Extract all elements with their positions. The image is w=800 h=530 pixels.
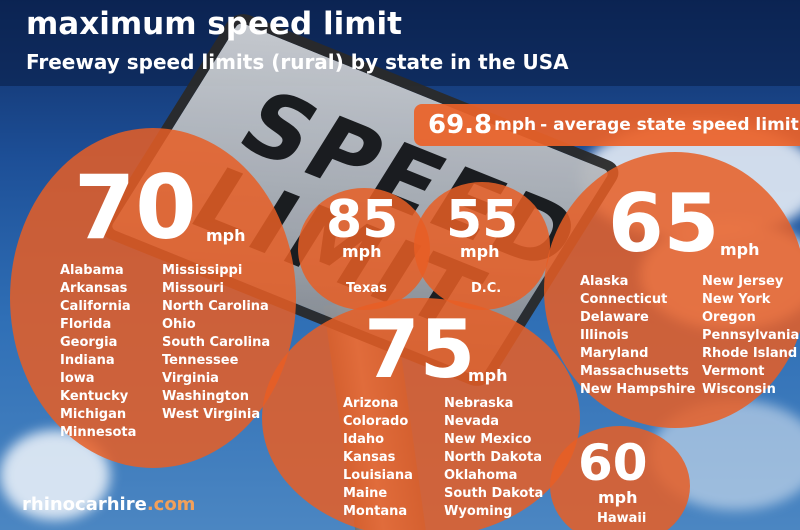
speed-75-unit: mph xyxy=(468,366,508,385)
state-name: Colorado xyxy=(343,414,409,429)
state-name: Arizona xyxy=(343,396,399,411)
state-name: New Jersey xyxy=(702,274,784,289)
state-name: Arkansas xyxy=(60,281,128,296)
state-name: North Dakota xyxy=(444,450,542,465)
states-75-left: Arizona Colorado Idaho Kansas Louisiana … xyxy=(343,395,413,521)
state-name: Minnesota xyxy=(60,425,137,440)
speed-65-unit: mph xyxy=(720,240,760,259)
speed-65: 65 xyxy=(608,177,720,270)
state-name: Iowa xyxy=(60,371,95,386)
state-name: Mississippi xyxy=(162,263,243,278)
state-name: New Hampshire xyxy=(580,382,696,397)
average-label: - average state speed limit xyxy=(540,115,799,135)
state-name: Indiana xyxy=(60,353,115,368)
state-dc: D.C. xyxy=(471,281,502,296)
state-name: Michigan xyxy=(60,407,127,422)
state-name: Georgia xyxy=(60,335,118,350)
state-name: Ohio xyxy=(162,317,196,332)
state-name: Nevada xyxy=(444,414,500,429)
states-75-right: Nebraska Nevada New Mexico North Dakota … xyxy=(444,395,543,521)
brand-logo: rhinocarhire.com xyxy=(22,494,195,515)
speed-75: 75 xyxy=(364,303,476,396)
speed-70-unit: mph xyxy=(206,226,246,245)
state-name: Maryland xyxy=(580,346,649,361)
state-name: Missouri xyxy=(162,281,224,296)
state-name: Delaware xyxy=(580,310,649,325)
state-name: Kentucky xyxy=(60,389,129,404)
state-name: Wyoming xyxy=(444,504,513,519)
state-texas: Texas xyxy=(346,281,387,296)
speed-55-unit: mph xyxy=(460,242,500,261)
state-name: Wisconsin xyxy=(702,382,776,397)
state-name: Virginia xyxy=(162,371,219,386)
state-name: California xyxy=(60,299,131,314)
state-hawaii: Hawaii xyxy=(597,511,647,526)
page-title: maximum speed limit xyxy=(26,6,402,42)
states-70-right: Mississippi Missouri North Carolina Ohio… xyxy=(162,262,270,424)
state-name: South Dakota xyxy=(444,486,544,501)
state-name: Montana xyxy=(343,504,408,519)
state-name: South Carolina xyxy=(162,335,271,350)
state-name: Idaho xyxy=(343,432,385,447)
speed-85-unit: mph xyxy=(342,242,382,261)
state-name: Alaska xyxy=(580,274,629,289)
average-value: 69.8 xyxy=(428,110,493,140)
state-name: Tennessee xyxy=(162,353,239,368)
state-name: Illinois xyxy=(580,328,629,343)
brand-name: rhinocarhire xyxy=(22,494,147,515)
average-unit: mph xyxy=(494,115,537,135)
state-name: Oregon xyxy=(702,310,756,325)
state-name: Maine xyxy=(343,486,388,501)
state-name: West Virginia xyxy=(162,407,261,422)
average-banner: 69.8 mph - average state speed limit xyxy=(414,104,800,146)
brand-tld: .com xyxy=(146,494,196,515)
state-name: New York xyxy=(702,292,771,307)
state-name: Rhode Island xyxy=(702,346,798,361)
speed-60-unit: mph xyxy=(598,488,638,507)
state-name: Louisiana xyxy=(343,468,413,483)
states-65-left: Alaska Connecticut Delaware Illinois Mar… xyxy=(580,273,695,399)
state-name: New Mexico xyxy=(444,432,532,447)
speed-70: 70 xyxy=(74,156,197,259)
speed-55: 55 xyxy=(446,190,519,250)
state-name: Alabama xyxy=(60,263,124,278)
speed-60: 60 xyxy=(578,434,648,492)
speed-85: 85 xyxy=(326,190,399,250)
state-name: Nebraska xyxy=(444,396,514,411)
state-name: Oklahoma xyxy=(444,468,518,483)
state-name: Vermont xyxy=(702,364,765,379)
state-name: North Carolina xyxy=(162,299,269,314)
state-name: Pennsylvania xyxy=(702,328,800,343)
state-name: Connecticut xyxy=(580,292,668,307)
states-70-left: Alabama Arkansas California Florida Geor… xyxy=(60,262,136,442)
states-65-right: New Jersey New York Oregon Pennsylvania … xyxy=(702,273,799,399)
page-subtitle: Freeway speed limits (rural) by state in… xyxy=(26,50,569,74)
state-name: Florida xyxy=(60,317,112,332)
state-name: Washington xyxy=(162,389,250,404)
state-name: Massachusetts xyxy=(580,364,689,379)
state-name: Kansas xyxy=(343,450,396,465)
